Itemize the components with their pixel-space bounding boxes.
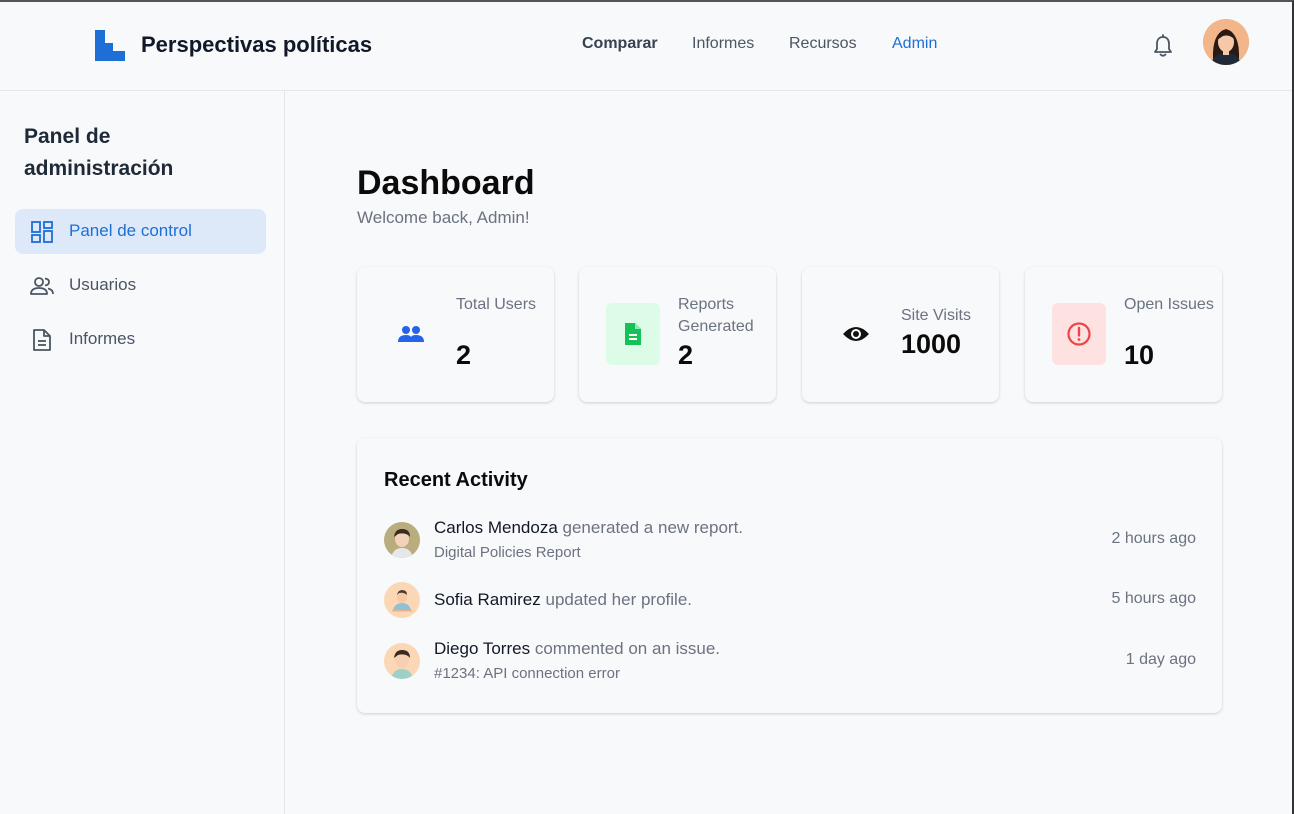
stat-value: 2 [678, 340, 694, 370]
users-icon [30, 277, 54, 295]
admin-sidebar: Panel de administración Panel de control… [0, 91, 285, 814]
eye-icon [843, 327, 869, 341]
page-subtitle: Welcome back, Admin! [357, 208, 530, 227]
app-window: Perspectivas políticas Comparar Informes… [0, 0, 1294, 814]
stat-value: 2 [456, 340, 472, 370]
recent-activity-panel: Recent Activity Carlos Mendoza generated… [357, 438, 1222, 713]
stat-label: Site Visits [901, 307, 971, 324]
activity-action: updated her profile. [545, 590, 693, 609]
main-nav: Comparar Informes Recursos Admin [0, 35, 1292, 57]
alert-icon [1067, 322, 1091, 346]
nav-link-recursos[interactable]: Recursos [789, 35, 857, 53]
nav-link-comparar[interactable]: Comparar [582, 35, 658, 53]
activity-detail: Digital Policies Report [434, 544, 581, 561]
stat-card-reports-generated: Reports Generated 2 [579, 267, 776, 402]
sidebar-item-label: Informes [69, 329, 136, 348]
document-icon [33, 329, 51, 351]
activity-avatar [384, 522, 420, 558]
activity-action: generated a new report. [562, 518, 744, 537]
activity-detail: #1234: API connection error [434, 665, 620, 682]
activity-user-name[interactable]: Carlos Mendoza [434, 518, 558, 537]
document-icon [625, 323, 641, 345]
activity-user-name[interactable]: Sofia Ramirez [434, 590, 541, 609]
activity-time: 5 hours ago [1111, 590, 1196, 607]
stat-label: Reports Generated [678, 296, 754, 335]
stat-label: Total Users [456, 296, 537, 313]
stat-icon-container [384, 303, 438, 365]
activity-item[interactable]: Diego Torres commented on an issue. #123… [384, 639, 1196, 689]
top-navbar: Perspectivas políticas Comparar Informes… [0, 2, 1292, 91]
activity-avatar [384, 643, 420, 679]
sidebar-title: Panel de administración [24, 125, 174, 180]
activity-user-name[interactable]: Diego Torres [434, 639, 530, 658]
stat-card-open-issues: Open Issues 10 [1025, 267, 1222, 402]
nav-link-informes[interactable]: Informes [692, 35, 754, 53]
sidebar-item-label: Usuarios [69, 275, 137, 294]
sidebar-item-label: Panel de control [69, 221, 192, 240]
nav-link-admin[interactable]: Admin [892, 35, 937, 53]
activity-avatar [384, 582, 420, 618]
activity-item[interactable]: Carlos Mendoza generated a new report. D… [384, 518, 1196, 568]
users-icon [398, 326, 424, 342]
stat-card-site-visits: Site Visits 1000 [802, 267, 999, 402]
sidebar-item-usuarios[interactable]: Usuarios [15, 263, 266, 308]
activity-action: commented on an issue. [534, 639, 721, 658]
activity-time: 1 day ago [1125, 651, 1196, 668]
activity-item[interactable]: Sofia Ramirez updated her profile. 5 hou… [384, 582, 1196, 632]
sidebar-item-informes[interactable]: Informes [15, 317, 266, 362]
stat-value: 10 [1124, 340, 1155, 370]
dashboard-icon [31, 221, 53, 243]
sidebar-item-panel-de-control[interactable]: Panel de control [15, 209, 266, 254]
stat-icon-container [606, 303, 660, 365]
recent-activity-title: Recent Activity [384, 469, 528, 491]
stat-icon-container [829, 303, 883, 365]
activity-time: 2 hours ago [1111, 530, 1196, 547]
stat-icon-container [1052, 303, 1106, 365]
stat-value: 1000 [901, 329, 962, 359]
page-title: Dashboard [357, 164, 535, 202]
stat-label: Open Issues [1124, 296, 1214, 313]
notification-bell-icon[interactable] [1152, 34, 1174, 58]
user-avatar[interactable] [1203, 19, 1249, 65]
stat-card-total-users: Total Users 2 [357, 267, 554, 402]
